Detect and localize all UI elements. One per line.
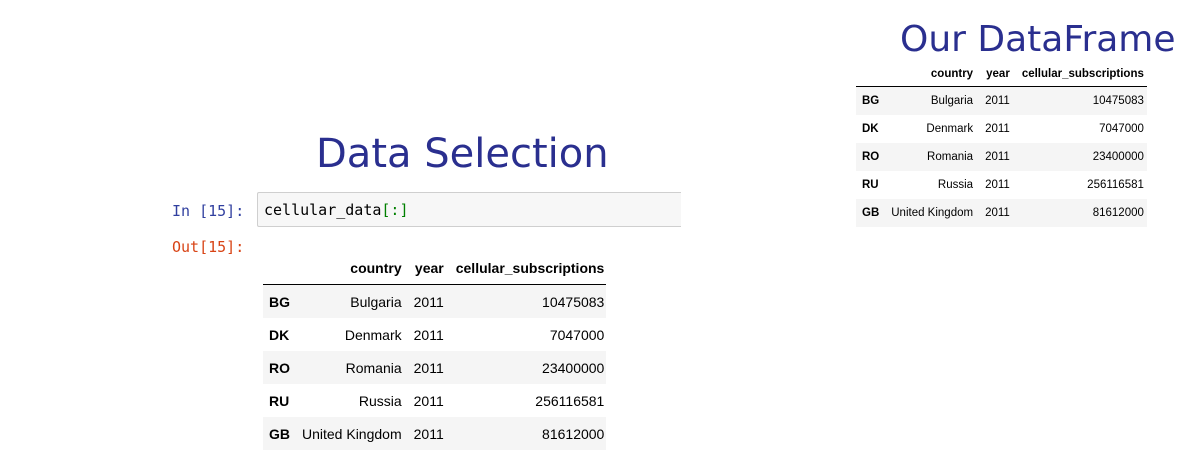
table-row: DK Denmark 2011 7047000: [263, 318, 607, 351]
subscriptions-cell: 23400000: [1092, 151, 1144, 163]
country-cell: Russia: [937, 179, 974, 191]
row-index: GB: [862, 207, 880, 219]
table-row: RO Romania 2011 23400000: [263, 351, 607, 384]
subscriptions-cell: 256116581: [1087, 179, 1144, 191]
row-index: RU: [862, 179, 879, 191]
code-slice: [:]: [381, 201, 409, 219]
slide: Our DataFrame country year cellular_subs…: [0, 0, 1200, 458]
output-dataframe-table: country year cellular_subscriptions BG B…: [263, 252, 607, 450]
country-header: country: [296, 252, 408, 285]
year-cell: 2011: [985, 95, 1010, 107]
country-cell: Denmark: [926, 123, 974, 135]
cellular-subscriptions-header: cellular_subscriptions: [1015, 62, 1147, 87]
country-cell: Romania: [345, 359, 402, 376]
year-cell: 2011: [985, 123, 1010, 135]
subscriptions-cell: 7047000: [1099, 123, 1144, 135]
slide-title: Data Selection: [316, 131, 609, 177]
country-cell: Russia: [358, 392, 402, 409]
year-cell: 2011: [413, 392, 444, 409]
year-cell: 2011: [985, 151, 1010, 163]
year-header: year: [979, 62, 1016, 87]
subscriptions-cell: 23400000: [542, 359, 605, 376]
subscriptions-cell: 10475083: [542, 293, 605, 310]
index-header: [856, 62, 886, 87]
row-index: BG: [862, 95, 880, 107]
country-header: country: [885, 62, 980, 87]
row-index: BG: [269, 293, 290, 310]
dataframe-title: Our DataFrame: [900, 19, 1176, 60]
year-cell: 2011: [413, 326, 444, 343]
year-cell: 2011: [985, 207, 1010, 219]
year-cell: 2011: [985, 179, 1010, 191]
table-header-row: country year cellular_subscriptions: [263, 252, 607, 285]
table-header-row: country year cellular_subscriptions: [856, 62, 1147, 87]
table-row: RO Romania 2011 23400000: [856, 143, 1147, 171]
table-row: BG Bulgaria 2011 10475083: [263, 284, 607, 318]
output-prompt: Out[15]:: [172, 238, 245, 256]
country-cell: Bulgaria: [930, 95, 974, 107]
reference-dataframe-table: country year cellular_subscriptions BG B…: [856, 62, 1147, 227]
subscriptions-cell: 81612000: [542, 425, 605, 442]
country-cell: United Kingdom: [891, 207, 974, 219]
row-index: RO: [269, 359, 290, 376]
code-cell-input[interactable]: cellular_data[:]: [257, 192, 681, 227]
row-index: RU: [269, 392, 290, 409]
table-row: RU Russia 2011 256116581: [263, 384, 607, 417]
input-prompt: In [15]:: [172, 202, 245, 220]
country-cell: United Kingdom: [302, 425, 402, 442]
country-cell: Denmark: [344, 326, 402, 343]
index-header: [263, 252, 296, 285]
subscriptions-cell: 256116581: [535, 392, 605, 409]
year-cell: 2011: [413, 293, 444, 310]
cellular-subscriptions-header: cellular_subscriptions: [449, 252, 607, 285]
country-cell: Bulgaria: [350, 293, 402, 310]
table-row: GB United Kingdom 2011 81612000: [856, 199, 1147, 227]
subscriptions-cell: 7047000: [549, 326, 605, 343]
code-variable: cellular_data: [264, 201, 382, 219]
row-index: RO: [862, 151, 880, 163]
table-row: GB United Kingdom 2011 81612000: [263, 417, 607, 450]
subscriptions-cell: 10475083: [1092, 95, 1144, 107]
year-cell: 2011: [413, 359, 444, 376]
row-index: DK: [269, 326, 290, 343]
subscriptions-cell: 81612000: [1092, 207, 1144, 219]
country-cell: Romania: [927, 151, 974, 163]
table-row: RU Russia 2011 256116581: [856, 171, 1147, 199]
row-index: GB: [269, 425, 290, 442]
table-row: BG Bulgaria 2011 10475083: [856, 86, 1147, 115]
year-header: year: [407, 252, 450, 285]
row-index: DK: [862, 123, 879, 135]
table-row: DK Denmark 2011 7047000: [856, 115, 1147, 143]
year-cell: 2011: [413, 425, 444, 442]
